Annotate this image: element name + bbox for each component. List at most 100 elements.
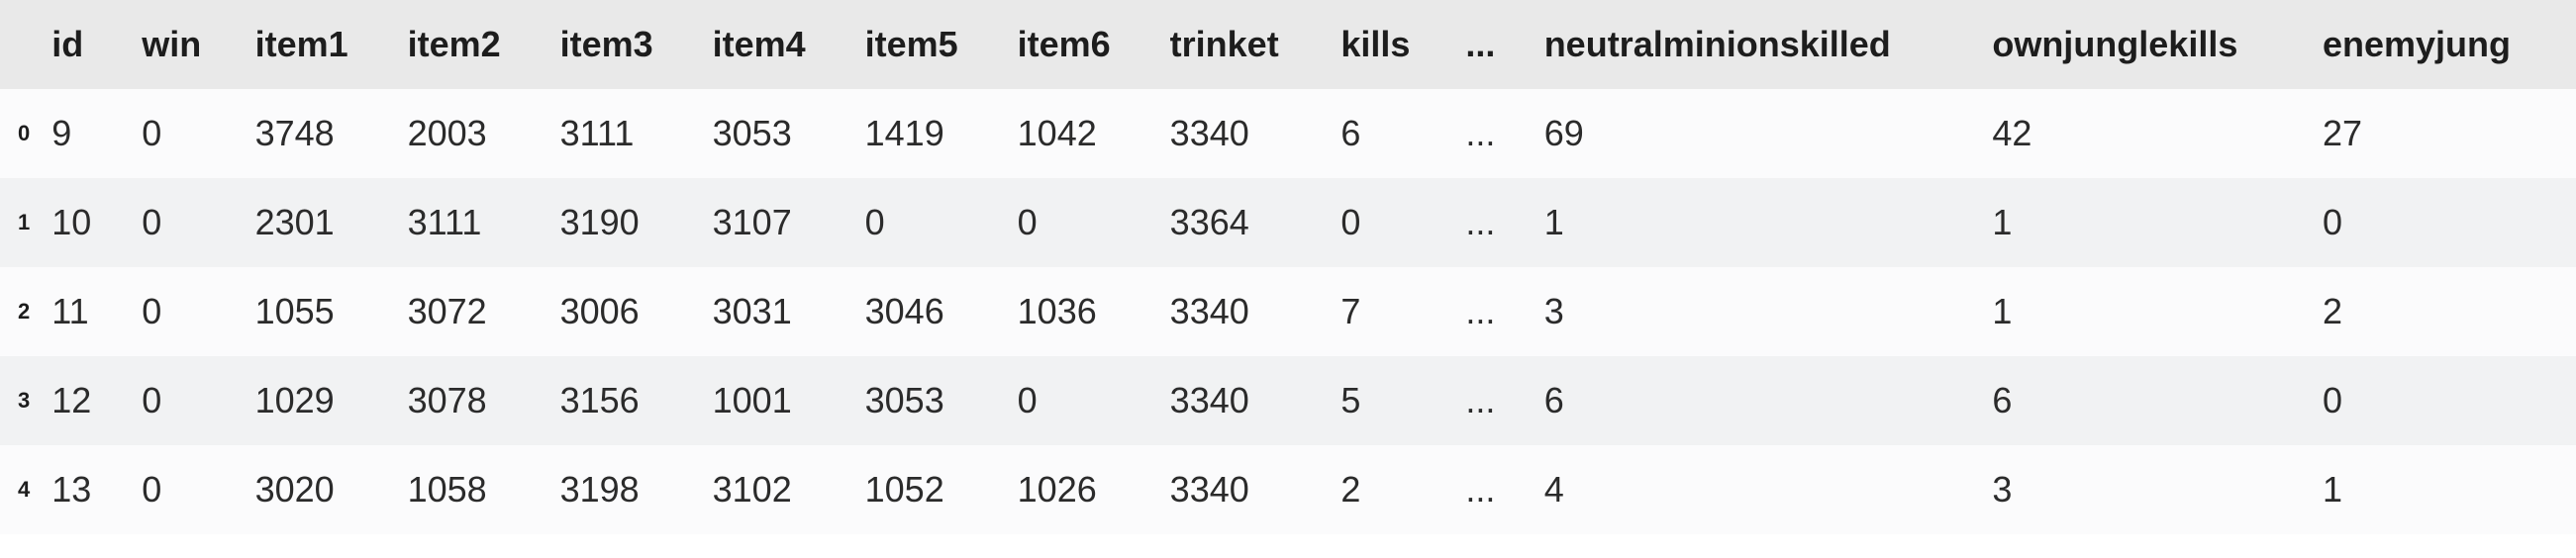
cell: 3364 xyxy=(1160,178,1332,267)
cell: 2 xyxy=(2313,267,2576,356)
cell: 69 xyxy=(1535,89,1983,178)
col-item4: item4 xyxy=(703,0,855,89)
table-row: 3 12 0 1029 3078 3156 1001 3053 0 3340 5… xyxy=(0,356,2576,445)
cell: 3340 xyxy=(1160,267,1332,356)
table-row: 2 11 0 1055 3072 3006 3031 3046 1036 334… xyxy=(0,267,2576,356)
table-row: 0 9 0 3748 2003 3111 3053 1419 1042 3340… xyxy=(0,89,2576,178)
cell: 1036 xyxy=(1008,267,1160,356)
col-item5: item5 xyxy=(855,0,1008,89)
cell: 0 xyxy=(2313,178,2576,267)
cell: 1058 xyxy=(398,445,550,534)
cell: 42 xyxy=(1982,89,2313,178)
cell: 3107 xyxy=(703,178,855,267)
col-win: win xyxy=(132,0,245,89)
cell: 5 xyxy=(1331,356,1455,445)
cell: 1052 xyxy=(855,445,1008,534)
table-head: id win item1 item2 item3 item4 item5 ite… xyxy=(0,0,2576,89)
table-body: 0 9 0 3748 2003 3111 3053 1419 1042 3340… xyxy=(0,89,2576,534)
cell: 3 xyxy=(1982,445,2313,534)
col-ownjunglekills: ownjunglekills xyxy=(1982,0,2313,89)
cell: 3031 xyxy=(703,267,855,356)
row-index: 3 xyxy=(0,356,42,445)
cell: 3748 xyxy=(246,89,398,178)
cell: 3046 xyxy=(855,267,1008,356)
cell: 0 xyxy=(1008,356,1160,445)
cell: 0 xyxy=(1331,178,1455,267)
cell: 0 xyxy=(132,89,245,178)
row-index: 4 xyxy=(0,445,42,534)
cell: 2301 xyxy=(246,178,398,267)
cell: 0 xyxy=(132,267,245,356)
header-row: id win item1 item2 item3 item4 item5 ite… xyxy=(0,0,2576,89)
cell: 3111 xyxy=(550,89,703,178)
row-index: 1 xyxy=(0,178,42,267)
cell: 3156 xyxy=(550,356,703,445)
cell: 12 xyxy=(42,356,132,445)
cell: 3 xyxy=(1535,267,1983,356)
cell: 1042 xyxy=(1008,89,1160,178)
cell: 1026 xyxy=(1008,445,1160,534)
cell: 1 xyxy=(2313,445,2576,534)
cell: 1419 xyxy=(855,89,1008,178)
cell: 1 xyxy=(1982,178,2313,267)
col-item1: item1 xyxy=(246,0,398,89)
cell: 0 xyxy=(855,178,1008,267)
col-item3: item3 xyxy=(550,0,703,89)
cell: ... xyxy=(1455,445,1534,534)
cell: ... xyxy=(1455,267,1534,356)
cell: 9 xyxy=(42,89,132,178)
col-trinket: trinket xyxy=(1160,0,1332,89)
cell: 3340 xyxy=(1160,445,1332,534)
cell: ... xyxy=(1455,356,1534,445)
cell: 1029 xyxy=(246,356,398,445)
col-neutralminionskilled: neutralminionskilled xyxy=(1535,0,1983,89)
cell: 10 xyxy=(42,178,132,267)
cell: 3020 xyxy=(246,445,398,534)
row-index: 2 xyxy=(0,267,42,356)
cell: 1055 xyxy=(246,267,398,356)
col-kills: kills xyxy=(1331,0,1455,89)
cell: 3190 xyxy=(550,178,703,267)
cell: 1 xyxy=(1982,267,2313,356)
cell: 6 xyxy=(1535,356,1983,445)
cell: 7 xyxy=(1331,267,1455,356)
table-row: 4 13 0 3020 1058 3198 3102 1052 1026 334… xyxy=(0,445,2576,534)
cell: 2 xyxy=(1331,445,1455,534)
cell: 13 xyxy=(42,445,132,534)
cell: 3053 xyxy=(703,89,855,178)
cell: 3072 xyxy=(398,267,550,356)
col-item6: item6 xyxy=(1008,0,1160,89)
table: id win item1 item2 item3 item4 item5 ite… xyxy=(0,0,2576,534)
cell: 0 xyxy=(1008,178,1160,267)
cell: ... xyxy=(1455,178,1534,267)
col-item2: item2 xyxy=(398,0,550,89)
cell: 3340 xyxy=(1160,89,1332,178)
cell: 4 xyxy=(1535,445,1983,534)
cell: 3111 xyxy=(398,178,550,267)
cell: 0 xyxy=(2313,356,2576,445)
row-index: 0 xyxy=(0,89,42,178)
cell: 1001 xyxy=(703,356,855,445)
cell: 0 xyxy=(132,356,245,445)
cell: 3006 xyxy=(550,267,703,356)
cell: 2003 xyxy=(398,89,550,178)
cell: 3340 xyxy=(1160,356,1332,445)
cell: 27 xyxy=(2313,89,2576,178)
cell: ... xyxy=(1455,89,1534,178)
index-header xyxy=(0,0,42,89)
cell: 3078 xyxy=(398,356,550,445)
col-id: id xyxy=(42,0,132,89)
cell: 0 xyxy=(132,445,245,534)
cell: 3102 xyxy=(703,445,855,534)
table-row: 1 10 0 2301 3111 3190 3107 0 0 3364 0 ..… xyxy=(0,178,2576,267)
dataframe-table: id win item1 item2 item3 item4 item5 ite… xyxy=(0,0,2576,558)
cell: 3053 xyxy=(855,356,1008,445)
col-ellipsis: ... xyxy=(1455,0,1534,89)
cell: 0 xyxy=(132,178,245,267)
cell: 1 xyxy=(1535,178,1983,267)
cell: 6 xyxy=(1982,356,2313,445)
cell: 6 xyxy=(1331,89,1455,178)
col-enemyjung: enemyjung xyxy=(2313,0,2576,89)
cell: 3198 xyxy=(550,445,703,534)
cell: 11 xyxy=(42,267,132,356)
